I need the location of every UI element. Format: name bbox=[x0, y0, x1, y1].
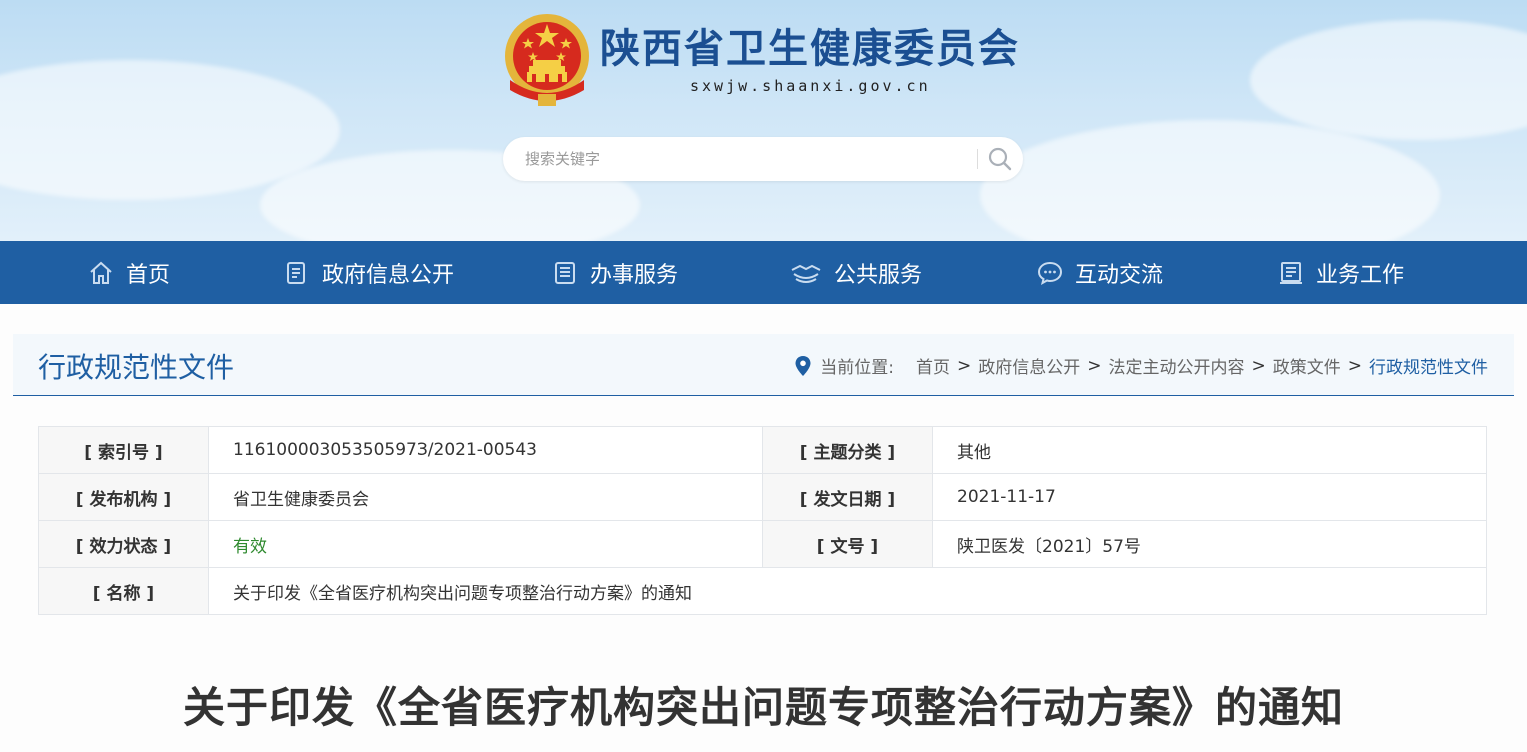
breadcrumb: 当前位置: 首页 > 政府信息公开 > 法定主动公开内容 > 政策文件 > 行政… bbox=[794, 353, 1488, 378]
document-meta-table: [ 索引号 ] 11610000305350597З/2021-00543 [ … bbox=[38, 426, 1487, 615]
table-row: [ 名称 ] 关于印发《全省医疗机构突出问题专项整治行动方案》的通知 bbox=[38, 567, 1487, 615]
meta-topic: 其他 bbox=[932, 426, 1487, 474]
handshake-icon bbox=[791, 264, 821, 283]
breadcrumb-gov-info[interactable]: 政府信息公开 bbox=[978, 353, 1080, 378]
meta-key: [ 发文日期 ] bbox=[762, 473, 933, 521]
main-nav: 首页 政府信息公开 办事服务 公共服务 互动交流 业务工作 bbox=[0, 241, 1527, 304]
home-icon bbox=[90, 261, 112, 284]
nav-item-label: 政府信息公开 bbox=[322, 262, 455, 288]
meta-key: [ 文号 ] bbox=[762, 520, 933, 568]
breadcrumb-policy-docs[interactable]: 政策文件 bbox=[1273, 353, 1341, 378]
nav-item-gov-info[interactable]: 政府信息公开 bbox=[284, 241, 454, 304]
meta-date: 2021-11-17 bbox=[932, 473, 1487, 521]
search-box bbox=[503, 137, 1023, 181]
site-logo[interactable]: 陕西省卫生健康委员会 sxwjw.shaanxi.gov.cn bbox=[500, 10, 1020, 108]
nav-item-label: 业务工作 bbox=[1316, 262, 1405, 288]
nav-item-label: 首页 bbox=[126, 262, 171, 288]
breadcrumb-label: 当前位置: bbox=[820, 358, 894, 378]
meta-key: [ 发布机构 ] bbox=[38, 473, 209, 521]
meta-key: [ 主题分类 ] bbox=[762, 426, 933, 474]
nav-item-home[interactable]: 首页 bbox=[88, 241, 170, 304]
breadcrumb-separator: > bbox=[1087, 355, 1102, 376]
document-icon bbox=[287, 261, 305, 284]
nav-item-services[interactable]: 办事服务 bbox=[552, 241, 678, 304]
search-icon[interactable] bbox=[985, 145, 1015, 173]
breadcrumb-statutory[interactable]: 法定主动公开内容 bbox=[1109, 353, 1245, 378]
meta-key: [ 效力状态 ] bbox=[38, 520, 209, 568]
search-divider bbox=[977, 149, 978, 169]
meta-key: [ 索引号 ] bbox=[38, 426, 209, 474]
table-row: [ 效力状态 ] 有效 [ 文号 ] 陕卫医发〔2021〕57号 bbox=[38, 520, 1487, 568]
nav-item-label: 公共服务 bbox=[834, 262, 923, 288]
meta-status: 有效 bbox=[208, 520, 763, 568]
site-url: sxwjw.shaanxi.gov.cn bbox=[690, 77, 931, 95]
table-row: [ 索引号 ] 11610000305350597З/2021-00543 [ … bbox=[38, 426, 1487, 474]
section-header: 行政规范性文件 当前位置: 首页 > 政府信息公开 > 法定主动公开内容 > 政… bbox=[13, 334, 1514, 396]
breadcrumb-separator: > bbox=[957, 355, 972, 376]
nav-item-label: 办事服务 bbox=[590, 262, 679, 288]
nav-item-business[interactable]: 业务工作 bbox=[1278, 241, 1404, 304]
breadcrumb-current[interactable]: 行政规范性文件 bbox=[1369, 353, 1488, 378]
list-icon bbox=[555, 261, 575, 284]
meta-doc-no: 陕卫医发〔2021〕57号 bbox=[932, 520, 1487, 568]
nav-item-interaction[interactable]: 互动交流 bbox=[1037, 241, 1163, 304]
site-header: 陕西省卫生健康委员会 sxwjw.shaanxi.gov.cn bbox=[0, 0, 1527, 241]
chat-icon bbox=[1037, 261, 1063, 285]
nav-item-public-services[interactable]: 公共服务 bbox=[790, 241, 922, 304]
breadcrumb-home[interactable]: 首页 bbox=[916, 353, 950, 378]
location-pin-icon bbox=[795, 355, 811, 376]
nav-item-label: 互动交流 bbox=[1075, 262, 1164, 288]
book-icon bbox=[1280, 261, 1302, 284]
national-emblem-icon bbox=[505, 14, 589, 106]
meta-name: 关于印发《全省医疗机构突出问题专项整治行动方案》的通知 bbox=[208, 567, 1487, 615]
article-title: 关于印发《全省医疗机构突出问题专项整治行动方案》的通知 bbox=[182, 683, 1344, 732]
breadcrumb-separator: > bbox=[1251, 355, 1266, 376]
meta-key: [ 名称 ] bbox=[38, 567, 209, 615]
meta-index-no: 11610000305350597З/2021-00543 bbox=[208, 426, 763, 474]
table-row: [ 发布机构 ] 省卫生健康委员会 [ 发文日期 ] 2021-11-17 bbox=[38, 473, 1487, 521]
search-input[interactable] bbox=[525, 137, 965, 181]
meta-publisher: 省卫生健康委员会 bbox=[208, 473, 763, 521]
section-title: 行政规范性文件 bbox=[38, 351, 235, 384]
breadcrumb-separator: > bbox=[1347, 355, 1362, 376]
site-title: 陕西省卫生健康委员会 bbox=[600, 26, 1020, 72]
